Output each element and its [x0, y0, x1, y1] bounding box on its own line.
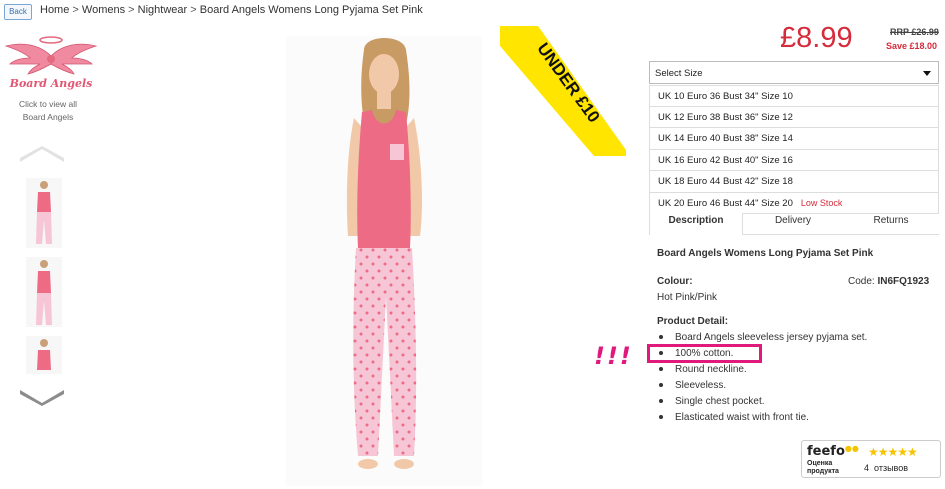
list-item: Single chest pocket.: [657, 394, 867, 410]
size-option-label: UK 20 Euro 46 Bust 44" Size 20: [658, 197, 793, 209]
breadcrumb-current: Board Angels Womens Long Pyjama Set Pink: [199, 4, 423, 16]
tab-delivery[interactable]: Delivery: [745, 213, 841, 235]
brand-logo-text: Board Angels: [9, 77, 93, 90]
tab-description[interactable]: Description: [649, 213, 743, 235]
breadcrumb-womens[interactable]: Womens: [82, 4, 125, 16]
review-count-number: 4: [864, 463, 870, 473]
list-item-text: Elasticated waist with front tie.: [675, 412, 809, 423]
list-item: Elasticated waist with front tie.: [657, 410, 867, 426]
feefo-logo: feefo●●: [807, 444, 859, 459]
size-select[interactable]: Select Size: [649, 61, 939, 84]
bullet-icon: [659, 383, 663, 388]
rrp-price: RRP £26.99: [890, 27, 939, 37]
product-code-label: Code:: [848, 276, 875, 287]
feefo-rating-badge[interactable]: feefo●● Оценка продукта ★★★★★ 4 отзывов: [801, 440, 941, 478]
bullet-icon: [659, 399, 663, 404]
feefo-logo-text: feefo: [807, 444, 845, 459]
highlight-box: [647, 344, 762, 363]
colour-value: Hot Pink/Pink: [657, 292, 718, 303]
bullet-icon: [659, 335, 663, 340]
thumbnail-2[interactable]: [26, 257, 62, 327]
list-item-text: Single chest pocket.: [675, 396, 765, 407]
feefo-subtitle-line1: Оценка: [807, 460, 833, 467]
brand-caption-line1: Click to view all: [18, 99, 78, 109]
list-item-text: Board Angels sleeveless jersey pyjama se…: [675, 332, 868, 343]
size-option-16[interactable]: UK 16 Euro 42 Bust 40" Size 16: [649, 149, 939, 171]
size-option-label: UK 18 Euro 44 Bust 42" Size 18: [658, 176, 793, 187]
product-code: Code: IN6FQ1923: [848, 276, 929, 287]
product-title: Board Angels Womens Long Pyjama Set Pink: [657, 248, 874, 259]
product-price: £8.99: [780, 22, 853, 54]
review-count: 4 отзывов: [864, 463, 908, 473]
breadcrumb-home[interactable]: Home: [40, 4, 69, 16]
brand-caption[interactable]: Click to view all Board Angels: [10, 98, 86, 124]
size-options-list: UK 10 Euro 36 Bust 34" Size 10 UK 12 Eur…: [649, 85, 939, 214]
bullet-icon: [659, 415, 663, 420]
product-tabs: Description Delivery Returns: [649, 213, 939, 235]
product-detail-heading: Product Detail:: [657, 316, 729, 327]
exclamation-annotation: !!!: [594, 342, 633, 370]
review-count-word: отзывов: [874, 463, 909, 473]
bullet-icon: [659, 367, 663, 372]
size-option-20[interactable]: UK 20 Euro 46 Bust 44" Size 20 Low Stock: [649, 192, 939, 214]
thumbnail-scroll-down-icon[interactable]: [18, 388, 66, 409]
breadcrumb-separator: >: [72, 4, 79, 16]
size-option-12[interactable]: UK 12 Euro 38 Bust 36" Size 12: [649, 106, 939, 128]
save-amount: Save £18.00: [886, 41, 938, 51]
tab-divider: [742, 234, 939, 235]
size-option-label: UK 10 Euro 36 Bust 34" Size 10: [658, 91, 793, 102]
list-item-text: Sleeveless.: [675, 380, 727, 391]
main-product-image[interactable]: [286, 36, 482, 486]
size-option-10[interactable]: UK 10 Euro 36 Bust 34" Size 10: [649, 85, 939, 107]
thumbnail-1[interactable]: [26, 178, 62, 248]
breadcrumb: Home > Womens > Nightwear > Board Angels…: [40, 4, 423, 16]
list-item: Sleeveless.: [657, 378, 867, 394]
size-option-18[interactable]: UK 18 Euro 44 Bust 42" Size 18: [649, 171, 939, 193]
thumbnail-scroll-up-icon[interactable]: [18, 146, 66, 167]
size-option-label: UK 16 Euro 42 Bust 40" Size 16: [658, 154, 793, 166]
thumbnail-3[interactable]: [26, 336, 62, 374]
size-option-label: UK 12 Euro 38 Bust 36" Size 12: [658, 111, 793, 123]
chevron-down-icon: [923, 71, 931, 76]
low-stock-badge: Low Stock: [800, 197, 843, 208]
list-item: Round neckline.: [657, 362, 867, 378]
size-option-14[interactable]: UK 14 Euro 40 Bust 38" Size 14: [649, 128, 939, 150]
product-code-value: IN6FQ1923: [877, 276, 930, 287]
tab-returns[interactable]: Returns: [843, 213, 939, 235]
colour-heading: Colour:: [657, 276, 693, 287]
promo-ribbon: UNDER £10: [500, 26, 650, 156]
brand-logo[interactable]: Board Angels: [4, 34, 98, 96]
feefo-subtitle-line2: продукта: [807, 468, 839, 475]
brand-caption-line2: Board Angels: [22, 112, 74, 122]
breadcrumb-nightwear[interactable]: Nightwear: [138, 4, 188, 16]
star-rating-icon: ★★★★★: [868, 445, 918, 459]
size-option-label: UK 14 Euro 40 Bust 38" Size 14: [658, 133, 793, 144]
back-button[interactable]: Back: [4, 4, 32, 20]
feefo-subtitle: Оценка продукта: [807, 460, 855, 476]
breadcrumb-separator: >: [128, 4, 135, 16]
feefo-eyes-icon: ●●: [844, 444, 859, 453]
list-item-text: Round neckline.: [675, 364, 747, 375]
breadcrumb-separator: >: [190, 4, 197, 16]
size-select-label: Select Size: [655, 68, 703, 79]
